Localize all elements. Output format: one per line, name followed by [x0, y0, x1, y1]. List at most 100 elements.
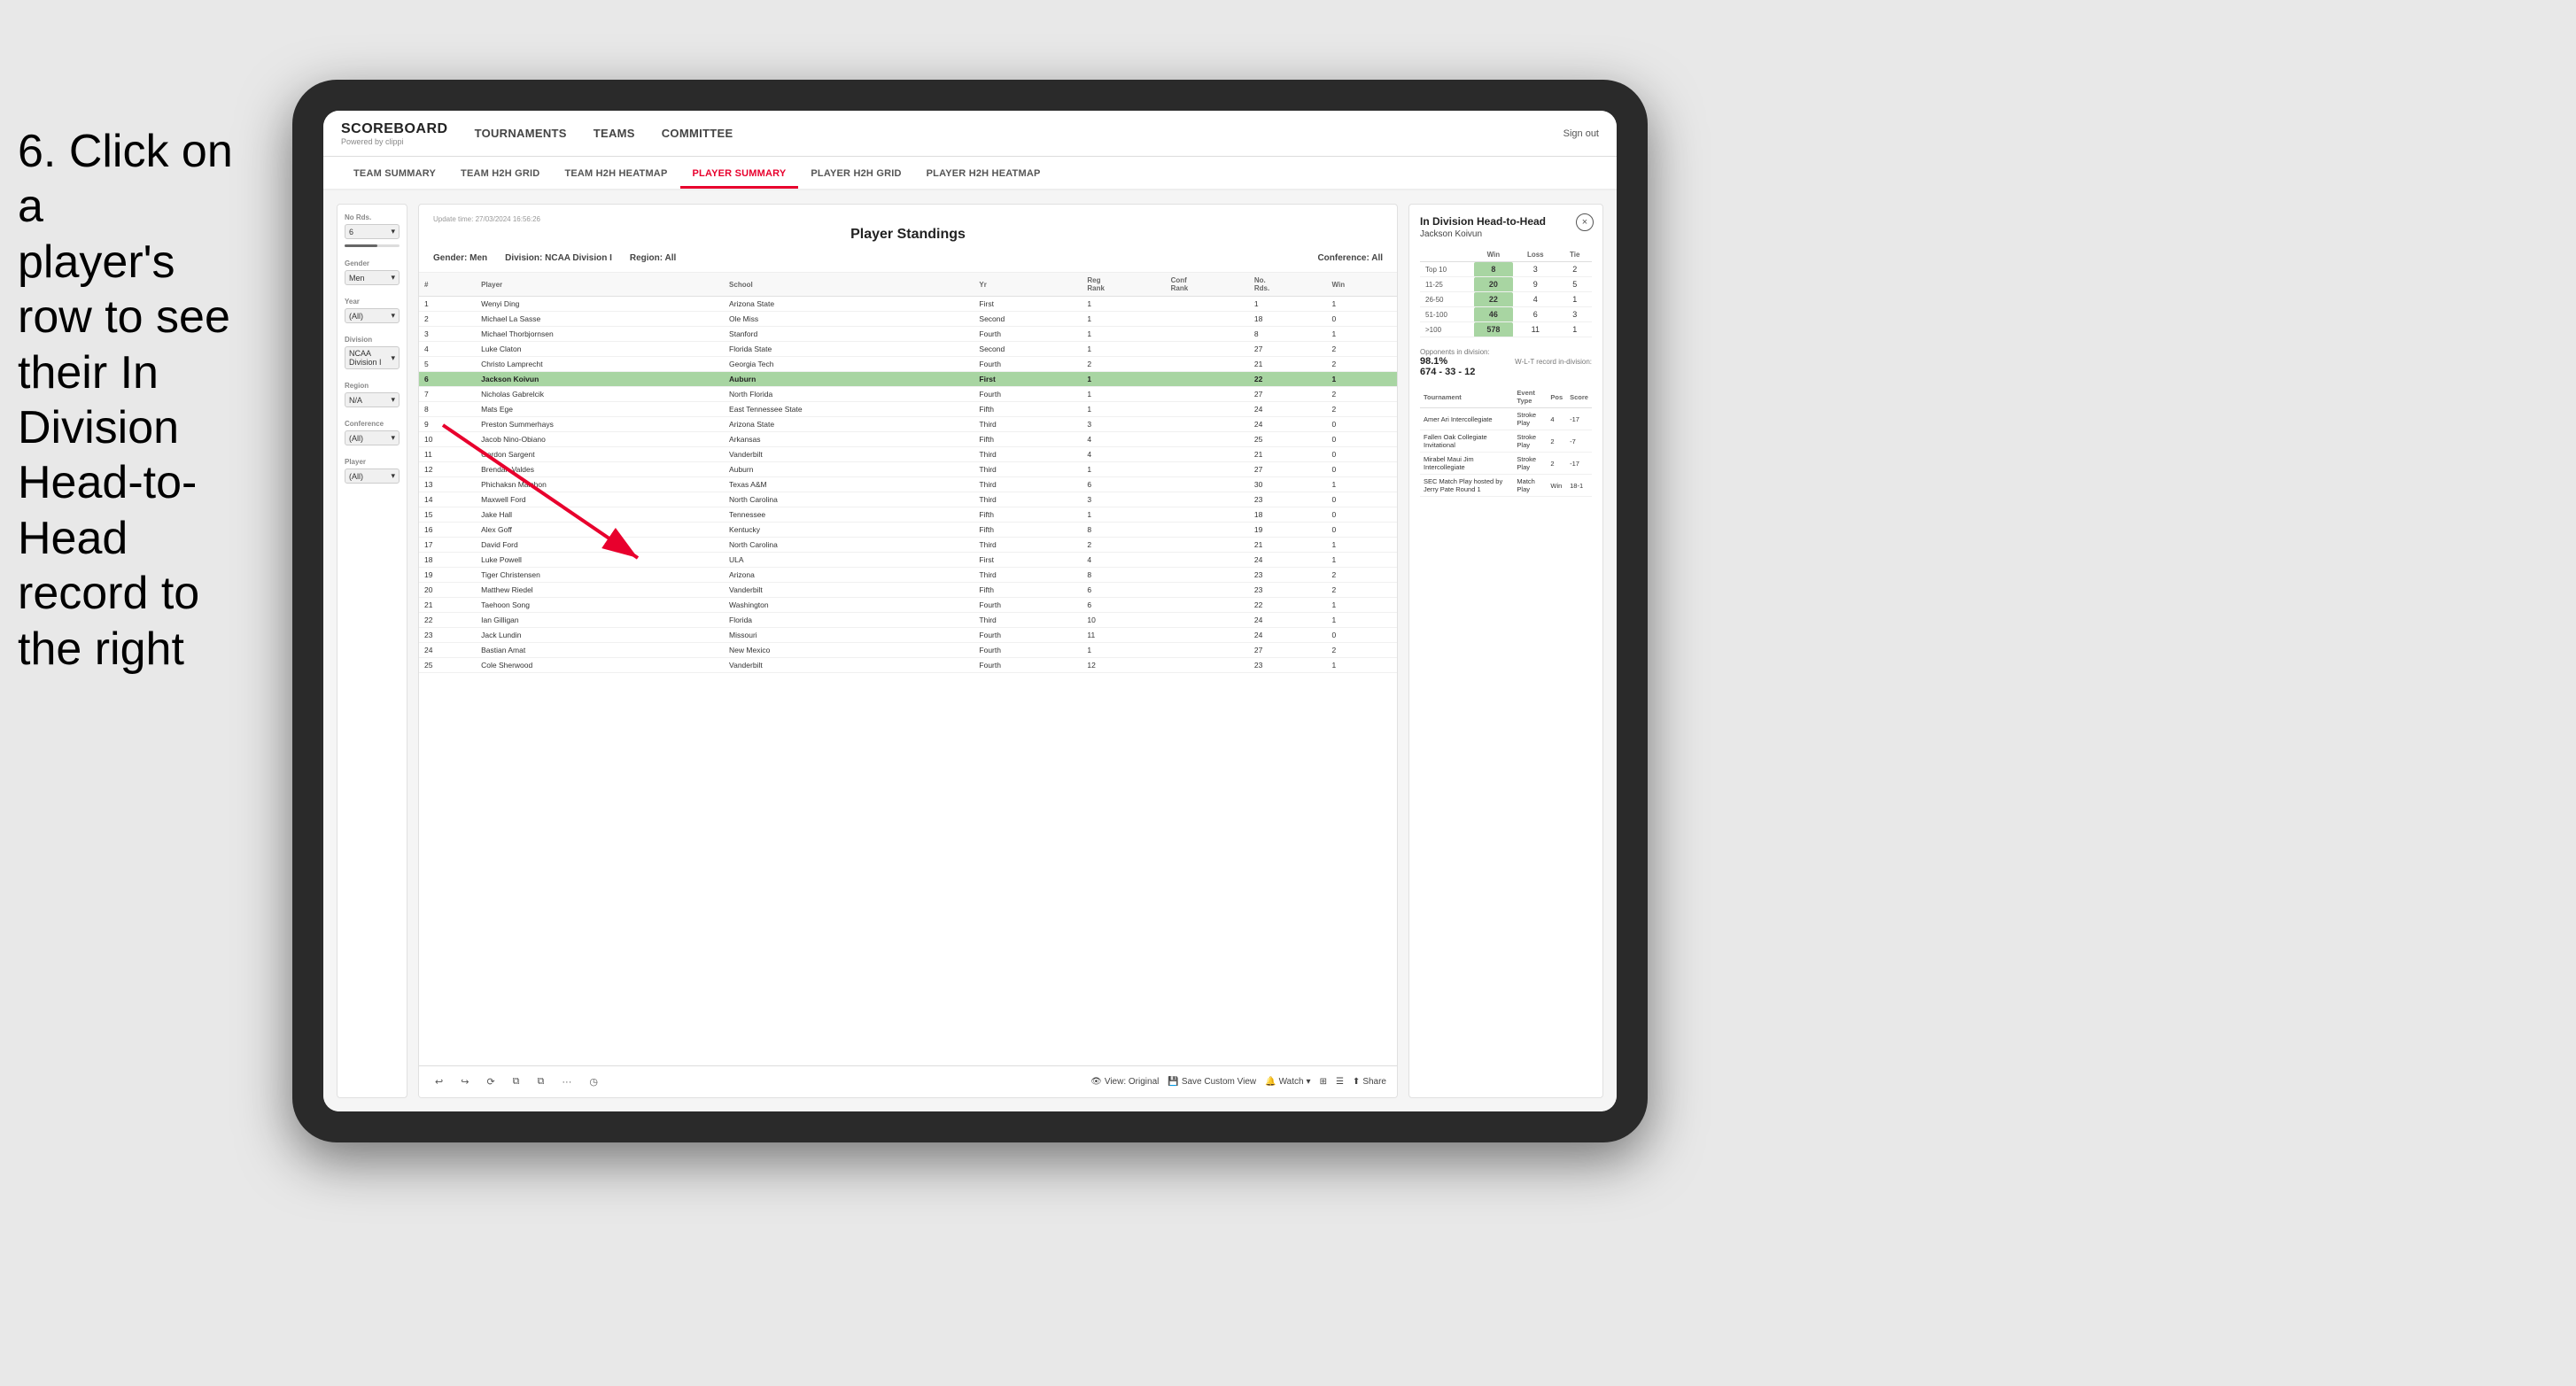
cell-num: 4 — [419, 342, 476, 357]
more-btn[interactable]: ··· — [556, 1074, 577, 1090]
year-dropdown[interactable]: (All) ▾ — [345, 308, 400, 323]
cell-num: 20 — [419, 583, 476, 598]
table-row[interactable]: 17 David Ford North Carolina Third 2 21 … — [419, 538, 1397, 553]
undo-btn[interactable]: ↩ — [430, 1073, 448, 1090]
cell-rds: 23 — [1249, 658, 1327, 673]
paste-btn[interactable]: ⧉ — [532, 1073, 550, 1090]
nav-tournaments[interactable]: TOURNAMENTS — [475, 123, 567, 143]
no-rds-value[interactable]: 6 ▾ — [345, 224, 400, 239]
table-row[interactable]: 7 Nicholas Gabrelcik North Florida Fourt… — [419, 387, 1397, 402]
cell-conf — [1166, 492, 1249, 507]
table-row[interactable]: 16 Alex Goff Kentucky Fifth 8 19 0 — [419, 523, 1397, 538]
table-row[interactable]: 6 Jackson Koivun Auburn First 1 22 1 — [419, 372, 1397, 387]
gender-dropdown[interactable]: Men ▾ — [345, 270, 400, 285]
cell-num: 9 — [419, 417, 476, 432]
view-original-btn[interactable]: 👁 View: Original — [1090, 1077, 1159, 1087]
nav-committee[interactable]: COMMITTEE — [662, 123, 733, 143]
sub-nav-player-h2h-grid[interactable]: PLAYER H2H GRID — [798, 161, 913, 189]
sub-nav-team-h2h-grid[interactable]: TEAM H2H GRID — [448, 161, 552, 189]
cell-rds: 22 — [1249, 598, 1327, 613]
region-dropdown[interactable]: N/A ▾ — [345, 392, 400, 407]
table-row[interactable]: 19 Tiger Christensen Arizona Third 8 23 … — [419, 568, 1397, 583]
share-btn[interactable]: ⬆ Share — [1353, 1077, 1386, 1087]
cell-rds: 19 — [1249, 523, 1327, 538]
table-row[interactable]: 4 Luke Claton Florida State Second 1 27 … — [419, 342, 1397, 357]
cell-yr: Fourth — [974, 598, 1082, 613]
cell-rds: 21 — [1249, 447, 1327, 462]
cell-rds: 24 — [1249, 613, 1327, 628]
cell-rds: 1 — [1249, 297, 1327, 312]
h2h-close-btn[interactable]: × — [1576, 213, 1594, 231]
player-dropdown[interactable]: (All) ▾ — [345, 468, 400, 484]
no-rds-slider[interactable] — [345, 244, 400, 247]
h2h-col-rank — [1420, 248, 1474, 262]
watch-btn[interactable]: 🔔 Watch ▾ — [1265, 1077, 1310, 1087]
table-row[interactable]: 18 Luke Powell ULA First 4 24 1 — [419, 553, 1397, 568]
cell-school: Missouri — [724, 628, 974, 643]
table-row[interactable]: 20 Matthew Riedel Vanderbilt Fifth 6 23 … — [419, 583, 1397, 598]
cell-rds: 24 — [1249, 553, 1327, 568]
table-row[interactable]: 25 Cole Sherwood Vanderbilt Fourth 12 23… — [419, 658, 1397, 673]
table-row[interactable]: 2 Michael La Sasse Ole Miss Second 1 18 … — [419, 312, 1397, 327]
cell-school: Texas A&M — [724, 477, 974, 492]
share-icon: ⬆ — [1353, 1077, 1360, 1087]
sub-nav-team-summary[interactable]: TEAM SUMMARY — [341, 161, 448, 189]
list-btn[interactable]: ☰ — [1336, 1077, 1344, 1087]
table-row[interactable]: 8 Mats Ege East Tennessee State Fifth 1 … — [419, 402, 1397, 417]
refresh-btn[interactable]: ◷ — [584, 1073, 603, 1090]
save-custom-btn[interactable]: 💾 Save Custom View — [1168, 1077, 1256, 1087]
table-row[interactable]: 22 Ian Gilligan Florida Third 10 24 1 — [419, 613, 1397, 628]
table-row[interactable]: 11 Gordon Sargent Vanderbilt Third 4 21 … — [419, 447, 1397, 462]
tour-type: Stroke Play — [1513, 408, 1547, 430]
col-school: School — [724, 273, 974, 297]
table-row[interactable]: 13 Phichaksn Maichon Texas A&M Third 6 3… — [419, 477, 1397, 492]
division-dropdown[interactable]: NCAA Division I ▾ — [345, 346, 400, 369]
toolbar-right: 👁 View: Original 💾 Save Custom View 🔔 Wa… — [1090, 1077, 1386, 1087]
cell-num: 7 — [419, 387, 476, 402]
tour-name: SEC Match Play hosted by Jerry Pate Roun… — [1420, 475, 1513, 497]
sub-nav: TEAM SUMMARY TEAM H2H GRID TEAM H2H HEAT… — [323, 157, 1617, 190]
region-filter: Region N/A ▾ — [345, 382, 400, 407]
sub-nav-team-h2h-heatmap[interactable]: TEAM H2H HEATMAP — [552, 161, 679, 189]
cell-yr: Fifth — [974, 523, 1082, 538]
h2h-loss-cell: 6 — [1513, 307, 1557, 322]
cell-num: 8 — [419, 402, 476, 417]
table-row[interactable]: 23 Jack Lundin Missouri Fourth 11 24 0 — [419, 628, 1397, 643]
table-row[interactable]: 9 Preston Summerhays Arizona State Third… — [419, 417, 1397, 432]
table-row[interactable]: 3 Michael Thorbjornsen Stanford Fourth 1… — [419, 327, 1397, 342]
tour-name: Amer Ari Intercollegiate — [1420, 408, 1513, 430]
table-row[interactable]: 21 Taehoon Song Washington Fourth 6 22 1 — [419, 598, 1397, 613]
cell-num: 3 — [419, 327, 476, 342]
sub-nav-player-h2h-heatmap[interactable]: PLAYER H2H HEATMAP — [914, 161, 1053, 189]
table-row[interactable]: 5 Christo Lamprecht Georgia Tech Fourth … — [419, 357, 1397, 372]
table-row[interactable]: 10 Jacob Nino-Obiano Arkansas Fifth 4 25… — [419, 432, 1397, 447]
table-row[interactable]: 1 Wenyi Ding Arizona State First 1 1 1 — [419, 297, 1397, 312]
redo-btn[interactable]: ↪ — [455, 1073, 474, 1090]
table-row[interactable]: 15 Jake Hall Tennessee Fifth 1 18 0 — [419, 507, 1397, 523]
h2h-panel: × In Division Head-to-Head Jackson Koivu… — [1408, 204, 1603, 1098]
cell-win: 1 — [1327, 658, 1398, 673]
copy-btn[interactable]: ⧉ — [508, 1073, 525, 1090]
sub-nav-player-summary[interactable]: PLAYER SUMMARY — [680, 161, 799, 189]
cell-player: Alex Goff — [476, 523, 724, 538]
layout-btn[interactable]: ⊞ — [1320, 1077, 1327, 1087]
cell-player: Nicholas Gabrelcik — [476, 387, 724, 402]
table-row[interactable]: 12 Brendan Valdes Auburn Third 1 27 0 — [419, 462, 1397, 477]
cell-num: 5 — [419, 357, 476, 372]
forward-btn[interactable]: ⟳ — [481, 1073, 500, 1090]
conference-dropdown[interactable]: (All) ▾ — [345, 430, 400, 445]
cell-school: North Carolina — [724, 538, 974, 553]
table-row[interactable]: 14 Maxwell Ford North Carolina Third 3 2… — [419, 492, 1397, 507]
cell-yr: Third — [974, 538, 1082, 553]
tour-name: Mirabel Maui Jim Intercollegiate — [1420, 453, 1513, 475]
nav-teams[interactable]: TEAMS — [594, 123, 635, 143]
col-player: Player — [476, 273, 724, 297]
sign-out-link[interactable]: Sign out — [1563, 128, 1599, 139]
cell-reg: 1 — [1082, 342, 1165, 357]
cell-player: Phichaksn Maichon — [476, 477, 724, 492]
cell-conf — [1166, 342, 1249, 357]
h2h-player: Jackson Koivun — [1420, 229, 1592, 239]
table-row[interactable]: 24 Bastian Amat New Mexico Fourth 1 27 2 — [419, 643, 1397, 658]
cell-player: Maxwell Ford — [476, 492, 724, 507]
cell-conf — [1166, 447, 1249, 462]
